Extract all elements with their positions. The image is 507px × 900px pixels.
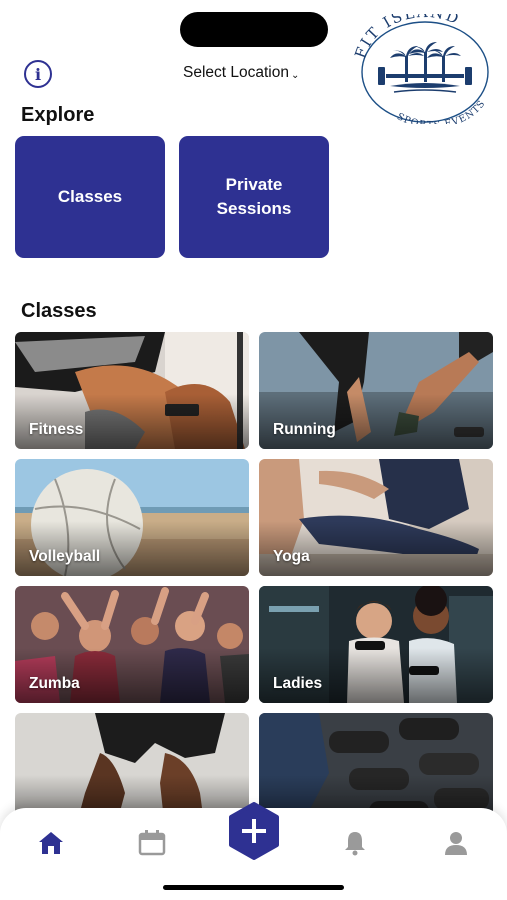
class-tile-label: Zumba [29, 675, 80, 692]
profile-icon[interactable] [441, 828, 471, 858]
explore-private-sessions-label: Private Sessions [216, 175, 292, 218]
explore-title: Explore [21, 104, 95, 126]
add-button[interactable] [225, 802, 283, 860]
info-icon[interactable]: i [24, 60, 52, 88]
class-tile-label: Running [273, 421, 336, 438]
calendar-icon[interactable] [137, 828, 167, 858]
home-icon[interactable] [36, 828, 66, 858]
bell-icon[interactable] [340, 828, 370, 858]
add-icon [229, 802, 279, 860]
explore-classes-label: Classes [57, 187, 123, 206]
class-tile-yoga[interactable]: Yoga [259, 459, 493, 576]
chevron-down-icon: ⌄ [291, 69, 300, 81]
svg-text:SPORTS EVENTS: SPORTS EVENTS [395, 98, 488, 124]
info-glyph: i [34, 64, 42, 84]
class-tile-running[interactable]: Running [259, 332, 493, 449]
classes-title: Classes [21, 300, 97, 322]
class-tile-label: Ladies [273, 675, 323, 692]
class-tile-ladies[interactable]: Ladies [259, 586, 493, 703]
explore-private-sessions-card[interactable]: Private Sessions [179, 136, 329, 258]
home-indicator [163, 885, 344, 890]
class-tile-fitness[interactable]: Fitness [15, 332, 249, 449]
location-selector[interactable]: Select Location ⌄ [183, 64, 299, 82]
class-tile-volleyball[interactable]: Volleyball [15, 459, 249, 576]
class-tile-label: Volleyball [29, 548, 101, 565]
class-tile-label: Fitness [29, 421, 84, 438]
device-notch [180, 12, 328, 47]
location-label: Select Location [183, 64, 289, 81]
explore-classes-card[interactable]: Classes [15, 136, 165, 258]
class-tile-zumba[interactable]: Zumba [15, 586, 249, 703]
class-tile-label: Yoga [273, 548, 310, 565]
fit-island-logo: FIT ISLAND SPORTS EVENTS [351, 14, 489, 124]
